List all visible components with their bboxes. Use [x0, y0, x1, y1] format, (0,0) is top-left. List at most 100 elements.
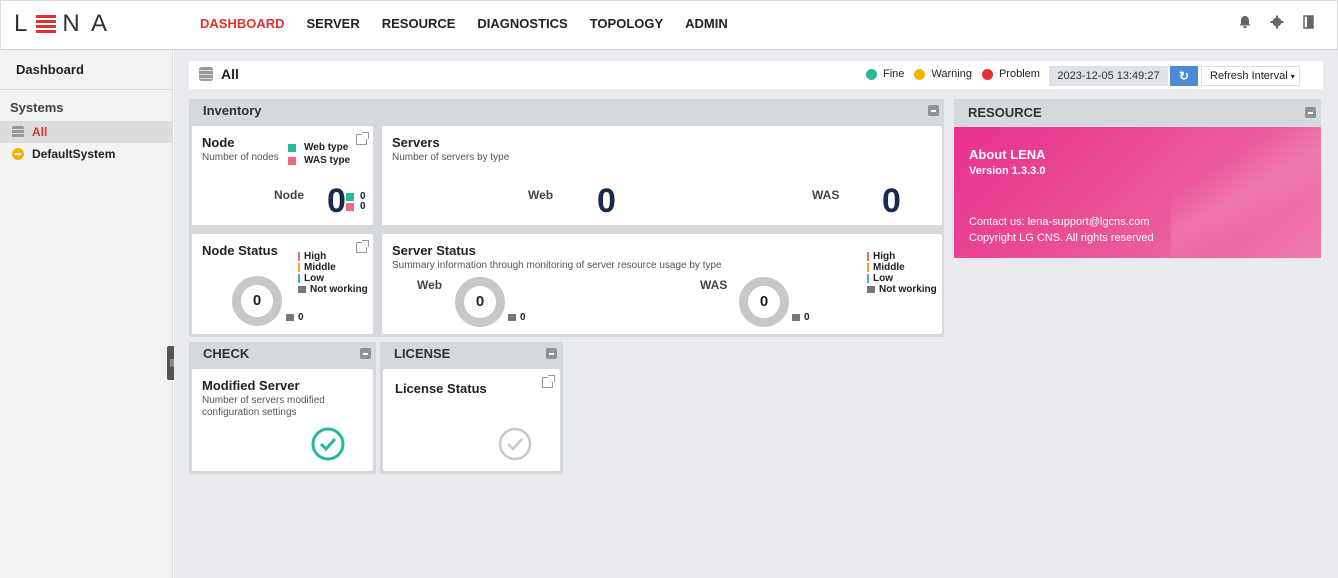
top-icons	[1238, 15, 1316, 29]
minimize-icon[interactable]	[928, 105, 939, 116]
nav-resource[interactable]: RESOURCE	[382, 16, 456, 31]
license-status-card: License Status	[383, 369, 560, 471]
caret-down-icon: ▾	[1290, 72, 1295, 81]
sidebar-item-all[interactable]: All	[0, 121, 172, 143]
nav-dashboard[interactable]: DASHBOARD	[200, 16, 285, 31]
server-status-title: Server Status	[392, 243, 476, 258]
modified-server-subtitle: Number of servers modified configuration…	[202, 395, 325, 418]
lena-logo[interactable]: LN A	[14, 10, 110, 38]
external-link-icon[interactable]	[356, 132, 369, 145]
minimize-icon[interactable]	[360, 348, 371, 359]
servers-was-value: 0	[882, 182, 901, 220]
servers-web-value: 0	[597, 182, 616, 220]
license-check-icon	[498, 427, 532, 461]
nav-server[interactable]: SERVER	[307, 16, 360, 31]
servers-card: Servers Number of servers by type Web 0 …	[382, 126, 942, 225]
bell-icon[interactable]	[1238, 15, 1252, 29]
legend-warning: Warning	[931, 68, 972, 80]
server-status-subtitle: Summary information through monitoring o…	[392, 260, 722, 271]
legend-middle: Middle	[873, 262, 905, 273]
was-not-working: 0	[792, 312, 810, 323]
was-status-donut: 0	[739, 277, 789, 327]
license-status-title: License Status	[395, 381, 487, 396]
refresh-interval-select[interactable]: Refresh Interval ▾	[1201, 66, 1300, 86]
about-title: About LENA	[969, 147, 1046, 162]
servers-title: Servers	[392, 135, 440, 150]
resource-title: RESOURCE	[954, 99, 1321, 127]
sidebar: Dashboard Systems All DefaultSystem	[0, 50, 173, 578]
node-status-card: Node Status High Middle Low Not working …	[192, 234, 373, 334]
refresh-interval-label: Refresh Interval	[1210, 70, 1288, 82]
node-status-not-working: 0	[286, 312, 304, 323]
logo-bars-icon	[36, 15, 57, 33]
node-was-count: 0	[360, 201, 366, 212]
node-not-working-count: 0	[298, 312, 304, 323]
server-status-web-label: Web	[417, 278, 443, 292]
minimize-icon[interactable]	[546, 348, 557, 359]
legend-middle: Middle	[304, 262, 336, 273]
logout-icon[interactable]	[1302, 15, 1316, 29]
web-not-working: 0	[508, 312, 526, 323]
node-card: Node Number of nodes Web type WAS type N…	[192, 126, 373, 225]
node-label: Node	[274, 188, 304, 202]
web-status-donut: 0	[455, 277, 505, 327]
sidebar-title: Dashboard	[0, 50, 172, 90]
main-nav: DASHBOARD SERVER RESOURCE DIAGNOSTICS TO…	[200, 16, 728, 31]
legend-not-working: Not working	[310, 284, 368, 295]
web-not-working-count: 0	[520, 312, 526, 323]
legend-high: High	[304, 251, 327, 262]
legend-low: Low	[873, 273, 893, 284]
check-circle-icon	[311, 427, 345, 461]
systems-heading: Systems	[10, 100, 64, 115]
sidebar-item-label: All	[32, 125, 48, 139]
node-type-legend: Web type WAS type	[288, 141, 350, 167]
refresh-button[interactable]: ↻	[1170, 66, 1198, 86]
node-breakdown: 0 0	[346, 192, 366, 212]
legend-web-type: Web type	[304, 142, 349, 153]
page-title-text: All	[221, 66, 239, 82]
database-icon	[12, 126, 24, 138]
inventory-title: Inventory	[189, 99, 944, 123]
nav-admin[interactable]: ADMIN	[685, 16, 728, 31]
gear-icon[interactable]	[1270, 15, 1284, 29]
sidebar-item-label: DefaultSystem	[32, 147, 116, 161]
legend-was-type: WAS type	[304, 155, 351, 166]
resource-panel: RESOURCE	[954, 99, 1321, 127]
problem-icon	[981, 68, 993, 80]
legend-fine: Fine	[883, 68, 905, 80]
sidebar-item-defaultsystem[interactable]: DefaultSystem	[0, 143, 172, 165]
legend-high: High	[873, 251, 896, 262]
warning-icon	[914, 68, 926, 80]
servers-subtitle: Number of servers by type	[392, 152, 510, 163]
warning-status-icon	[12, 148, 24, 160]
modified-server-card: Modified Server Number of servers modifi…	[192, 369, 373, 471]
legend-problem: Problem	[998, 68, 1040, 80]
node-status-legend: High Middle Low Not working	[298, 251, 368, 295]
servers-was-label: WAS	[812, 188, 840, 202]
node-status-donut: 0	[232, 276, 282, 326]
database-icon	[199, 67, 213, 81]
server-status-card: Server Status Summary information throug…	[382, 234, 942, 334]
status-legend: Fine Warning Problem	[866, 68, 1040, 80]
page-title: All	[199, 66, 239, 82]
was-not-working-count: 0	[804, 312, 810, 323]
node-total-value: 0	[327, 182, 346, 220]
check-title: CHECK	[189, 342, 376, 366]
nav-topology[interactable]: TOPOLOGY	[590, 16, 663, 31]
legend-low: Low	[304, 273, 324, 284]
copyright-text: Copyright LG CNS. All rights reserved	[969, 232, 1154, 244]
modified-server-title: Modified Server	[202, 378, 300, 393]
servers-web-label: Web	[528, 188, 554, 202]
external-link-icon[interactable]	[542, 375, 555, 388]
server-status-legend: High Middle Low Not working	[867, 251, 937, 295]
minimize-icon[interactable]	[1305, 107, 1316, 118]
nav-diagnostics[interactable]: DIAGNOSTICS	[477, 16, 567, 31]
fine-check-icon	[866, 68, 877, 80]
legend-not-working: Not working	[879, 284, 937, 295]
contact-text: Contact us: lena-support@lgcns.com	[969, 216, 1150, 228]
version-text: Version 1.3.3.0	[969, 165, 1046, 177]
about-lena-card: About LENA Version 1.3.3.0 Contact us: l…	[954, 127, 1321, 258]
license-title: LICENSE	[380, 342, 563, 366]
server-status-was-label: WAS	[700, 278, 728, 292]
timestamp-display: 2023-12-05 13:49:27	[1049, 66, 1168, 86]
